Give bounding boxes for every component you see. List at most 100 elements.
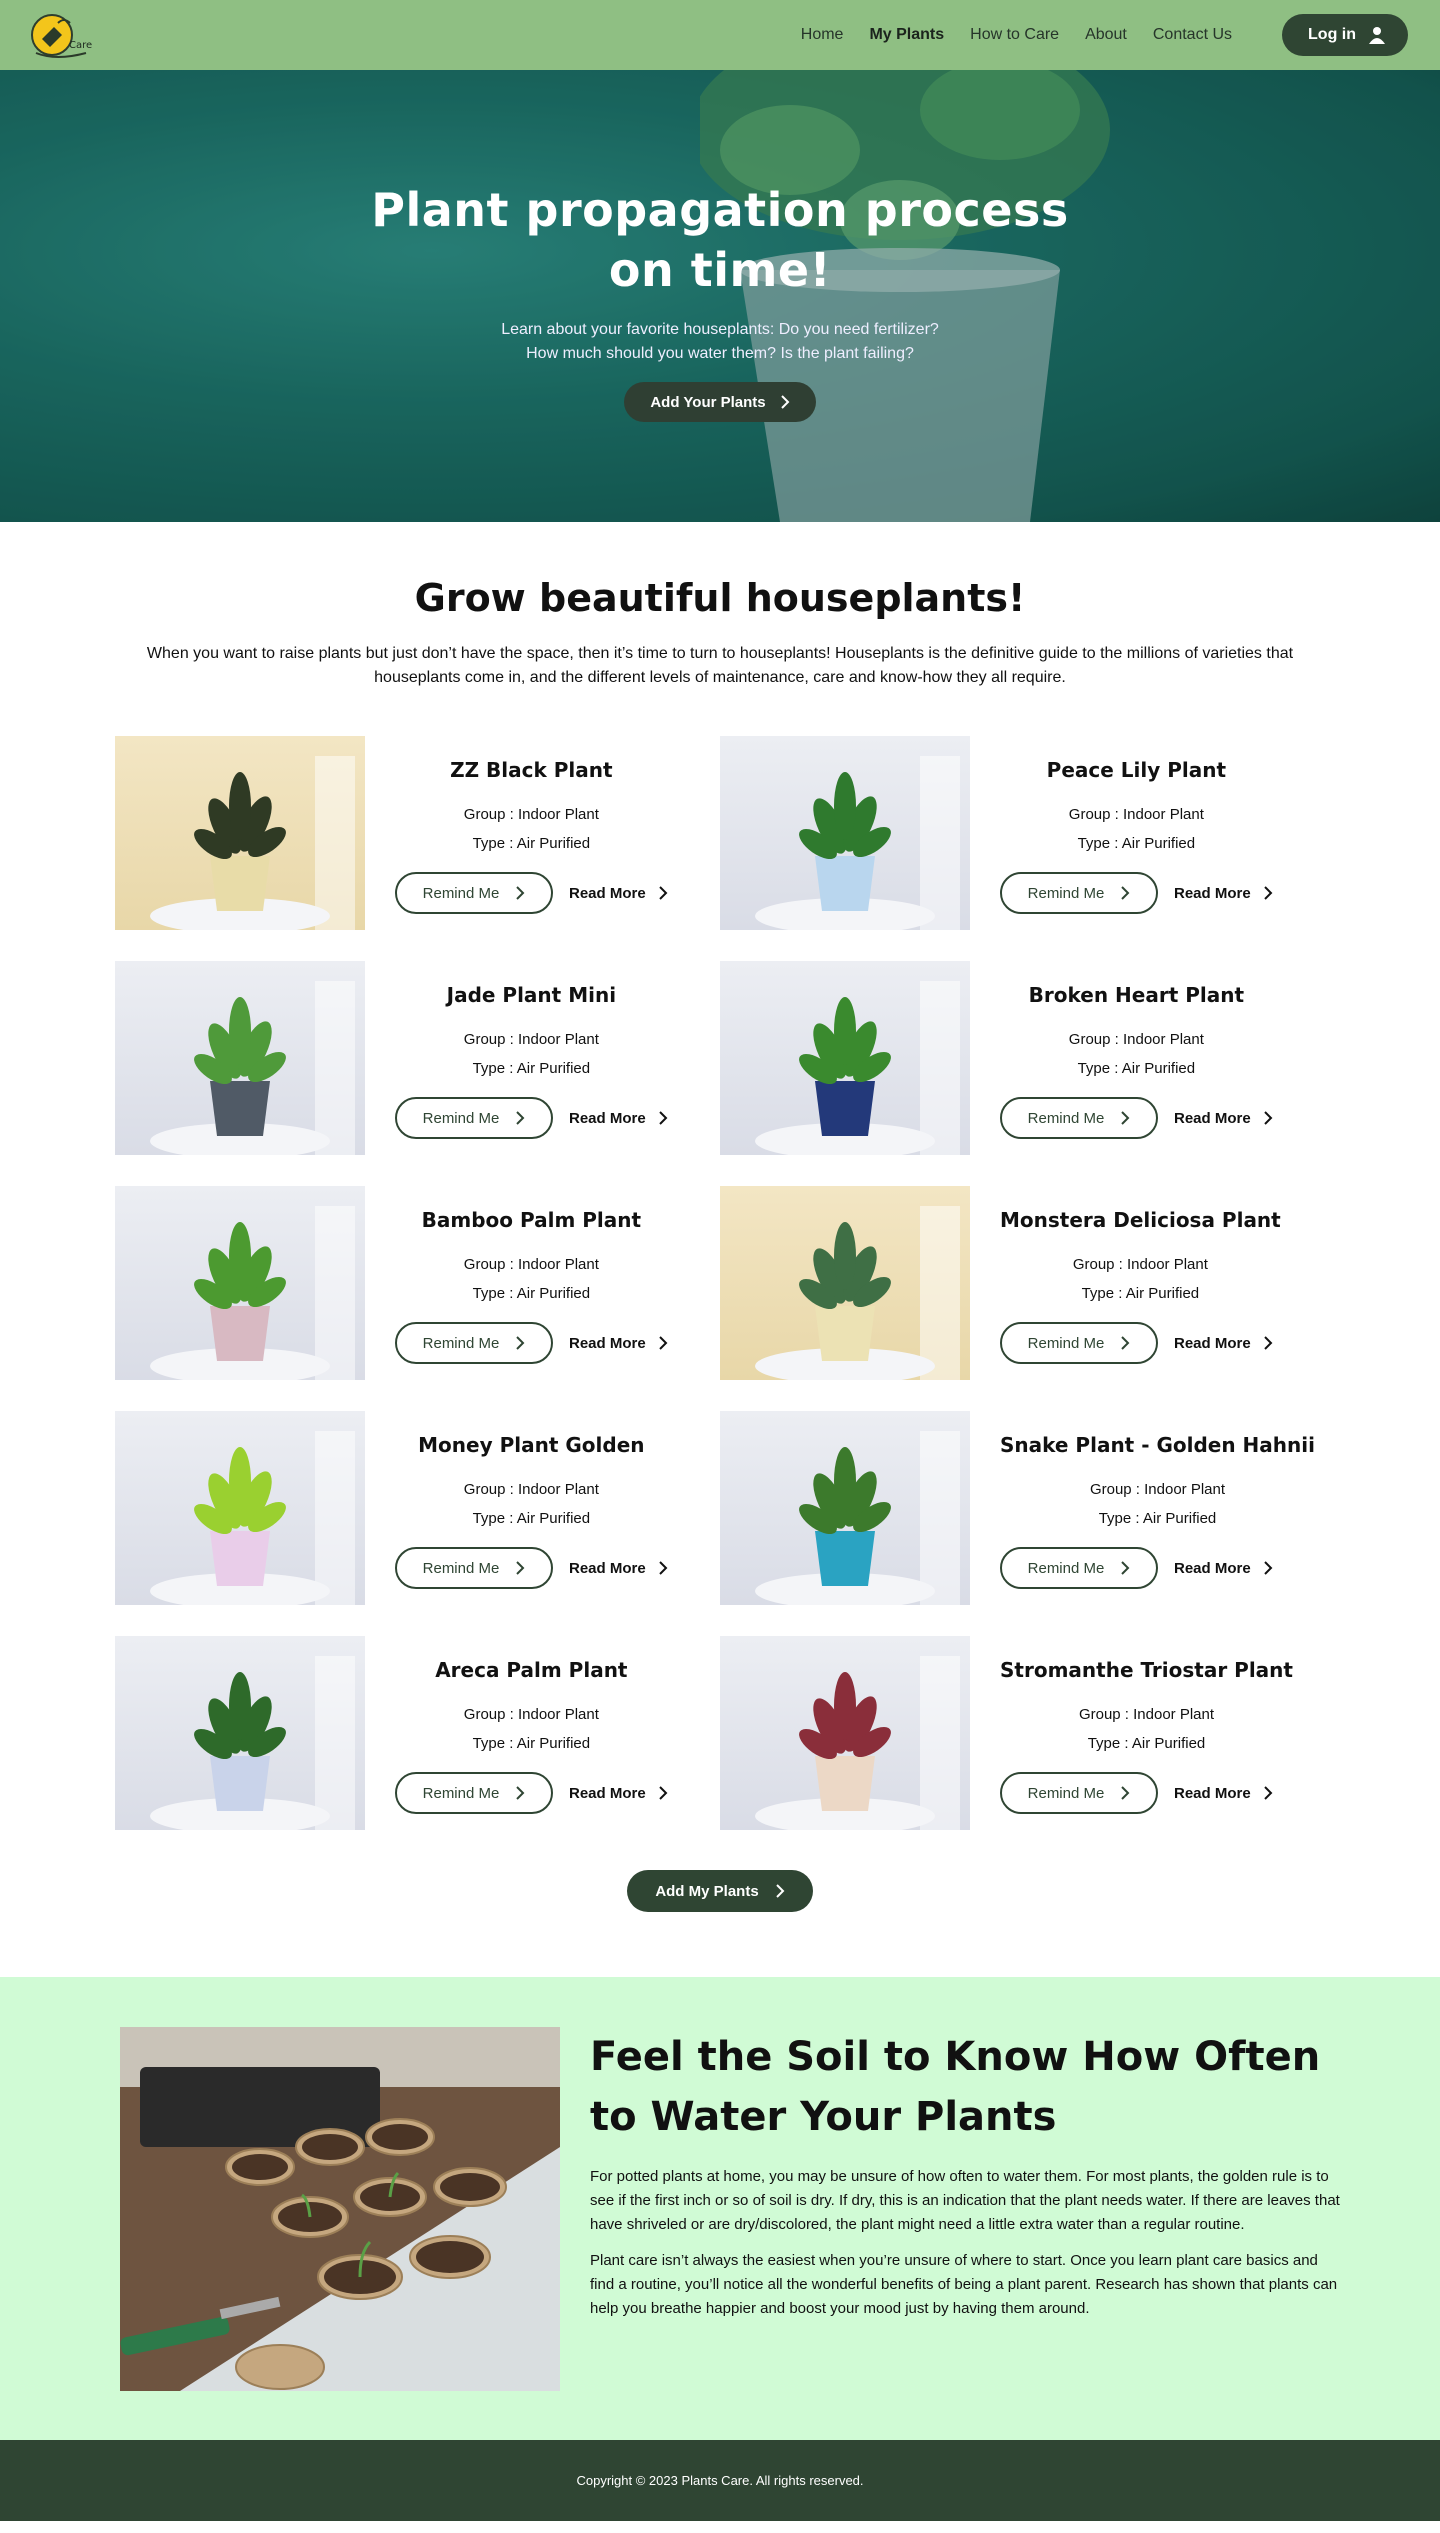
- nav-how-to-care[interactable]: How to Care: [970, 26, 1059, 44]
- user-icon: [1369, 27, 1385, 44]
- plant-type: Type : Air Purified: [1098, 1510, 1217, 1527]
- add-your-plants-button[interactable]: Add Your Plants: [624, 382, 816, 422]
- plant-image[interactable]: [115, 1186, 365, 1380]
- plant-card: Monstera Deliciosa Plant Group : Indoor P…: [720, 1186, 1325, 1380]
- plant-meta: Group : Indoor Plant Type : Air Purified: [395, 1250, 668, 1308]
- nav-my-plants[interactable]: My Plants: [869, 26, 944, 44]
- read-more-link[interactable]: Read More: [569, 885, 668, 902]
- remind-me-button[interactable]: Remind Me: [395, 1772, 553, 1814]
- plant-name[interactable]: Broken Heart Plant: [1000, 983, 1273, 1007]
- plant-group: Group : Indoor Plant: [463, 806, 599, 823]
- plant-card: Areca Palm Plant Group : Indoor Plant Type…: [115, 1636, 720, 1830]
- plant-image[interactable]: [720, 1186, 970, 1380]
- plant-image[interactable]: [720, 1411, 970, 1605]
- plant-info: Broken Heart Plant Group : Indoor Plant Ty…: [970, 961, 1273, 1155]
- hero-subtitle-line1: Learn about your favorite houseplants: D…: [501, 321, 939, 338]
- chevron-right-icon: [1121, 1336, 1130, 1350]
- remind-me-button[interactable]: Remind Me: [1000, 1547, 1158, 1589]
- plant-actions: Remind Me Read More: [395, 872, 668, 914]
- read-more-link[interactable]: Read More: [1174, 885, 1273, 902]
- nav-about[interactable]: About: [1085, 26, 1127, 44]
- read-more-link[interactable]: Read More: [569, 1110, 668, 1127]
- remind-me-button[interactable]: Remind Me: [395, 1097, 553, 1139]
- read-more-link[interactable]: Read More: [1174, 1785, 1273, 1802]
- plant-group: Group : Indoor Plant: [1089, 1481, 1226, 1498]
- read-more-link[interactable]: Read More: [569, 1560, 668, 1577]
- chevron-right-icon: [1263, 1561, 1273, 1575]
- plant-grid: ZZ Black Plant Group : Indoor Plant Type :…: [115, 736, 1325, 1830]
- chevron-right-icon: [1263, 886, 1273, 900]
- read-more-link[interactable]: Read More: [1174, 1335, 1273, 1352]
- plant-name[interactable]: Peace Lily Plant: [1000, 758, 1273, 782]
- plant-image[interactable]: [115, 1636, 365, 1830]
- plant-image[interactable]: [720, 961, 970, 1155]
- login-button[interactable]: Log in: [1282, 14, 1408, 56]
- remind-me-button[interactable]: Remind Me: [395, 1322, 553, 1364]
- plant-name[interactable]: Snake Plant - Golden Hahnii: [1000, 1433, 1315, 1457]
- plant-meta: Group : Indoor Plant Type : Air Purified: [1000, 1700, 1293, 1758]
- remind-me-label: Remind Me: [422, 884, 500, 902]
- plant-group: Group : Indoor Plant: [1072, 1256, 1208, 1273]
- site-logo[interactable]: Care: [28, 9, 92, 61]
- remind-me-button[interactable]: Remind Me: [1000, 1772, 1158, 1814]
- plant-card: Money Plant Golden Group : Indoor Plant Ty…: [115, 1411, 720, 1605]
- plant-name[interactable]: Jade Plant Mini: [395, 983, 668, 1007]
- remind-me-button[interactable]: Remind Me: [1000, 872, 1158, 914]
- add-my-plants-label: Add My Plants: [655, 1882, 759, 1900]
- read-more-link[interactable]: Read More: [1174, 1560, 1273, 1577]
- chevron-right-icon: [1121, 886, 1130, 900]
- plant-info: Monstera Deliciosa Plant Group : Indoor P…: [970, 1186, 1281, 1380]
- plant-image[interactable]: [115, 1411, 365, 1605]
- plant-meta: Group : Indoor Plant Type : Air Purified: [395, 1025, 668, 1083]
- plant-photo-illustration: [115, 1636, 365, 1830]
- remind-me-button[interactable]: Remind Me: [395, 1547, 553, 1589]
- read-more-label: Read More: [1174, 1334, 1251, 1352]
- plant-image[interactable]: [115, 736, 365, 930]
- hero-banner: Plant propagation process on time! Learn…: [0, 70, 1440, 522]
- plant-photo-illustration: [720, 1636, 970, 1830]
- plant-card: Snake Plant - Golden Hahnii Group : Indoo…: [720, 1411, 1325, 1605]
- plant-info: Peace Lily Plant Group : Indoor Plant Type…: [970, 736, 1273, 930]
- read-more-label: Read More: [1174, 884, 1251, 902]
- read-more-link[interactable]: Read More: [1174, 1110, 1273, 1127]
- remind-me-label: Remind Me: [1027, 1109, 1105, 1127]
- plant-image[interactable]: [115, 961, 365, 1155]
- plant-meta: Group : Indoor Plant Type : Air Purified: [1000, 800, 1273, 858]
- nav-contact-us[interactable]: Contact Us: [1153, 26, 1232, 44]
- chevron-right-icon: [1121, 1111, 1130, 1125]
- remind-me-button[interactable]: Remind Me: [395, 872, 553, 914]
- remind-me-button[interactable]: Remind Me: [1000, 1322, 1158, 1364]
- plant-meta: Group : Indoor Plant Type : Air Purified: [1000, 1025, 1273, 1083]
- plant-photo-illustration: [115, 1186, 365, 1380]
- chevron-right-icon: [1263, 1786, 1273, 1800]
- chevron-right-icon: [658, 1336, 668, 1350]
- read-more-label: Read More: [569, 1559, 646, 1577]
- soil-text: Feel the Soil to Know How Often to Water…: [560, 2027, 1340, 2440]
- watering-can-logo-icon: [31, 14, 87, 58]
- plant-image[interactable]: [720, 1636, 970, 1830]
- plant-info: Bamboo Palm Plant Group : Indoor Plant Typ…: [365, 1186, 668, 1380]
- add-my-plants-button[interactable]: Add My Plants: [627, 1870, 813, 1912]
- plant-card: ZZ Black Plant Group : Indoor Plant Type :…: [115, 736, 720, 930]
- plant-card: Jade Plant Mini Group : Indoor Plant Type …: [115, 961, 720, 1155]
- read-more-label: Read More: [569, 1784, 646, 1802]
- grow-lead: When you want to raise plants but just d…: [146, 645, 1294, 686]
- plant-name[interactable]: Stromanthe Triostar Plant: [1000, 1658, 1293, 1682]
- read-more-link[interactable]: Read More: [569, 1785, 668, 1802]
- remind-me-label: Remind Me: [1027, 1334, 1105, 1352]
- read-more-link[interactable]: Read More: [569, 1335, 668, 1352]
- chevron-right-icon: [516, 886, 525, 900]
- plant-name[interactable]: ZZ Black Plant: [395, 758, 668, 782]
- plant-name[interactable]: Areca Palm Plant: [395, 1658, 668, 1682]
- nav-home[interactable]: Home: [801, 26, 844, 44]
- plant-image[interactable]: [720, 736, 970, 930]
- soil-section: Feel the Soil to Know How Often to Water…: [0, 1977, 1440, 2440]
- plant-actions: Remind Me Read More: [395, 1772, 668, 1814]
- plant-name[interactable]: Bamboo Palm Plant: [395, 1208, 668, 1232]
- copyright-text: Copyright © 2023 Plants Care. All rights…: [576, 2473, 864, 2488]
- plant-meta: Group : Indoor Plant Type : Air Purified: [395, 800, 668, 858]
- remind-me-button[interactable]: Remind Me: [1000, 1097, 1158, 1139]
- plant-name[interactable]: Money Plant Golden: [395, 1433, 668, 1457]
- plant-name[interactable]: Monstera Deliciosa Plant: [1000, 1208, 1281, 1232]
- plant-photo-illustration: [720, 736, 970, 930]
